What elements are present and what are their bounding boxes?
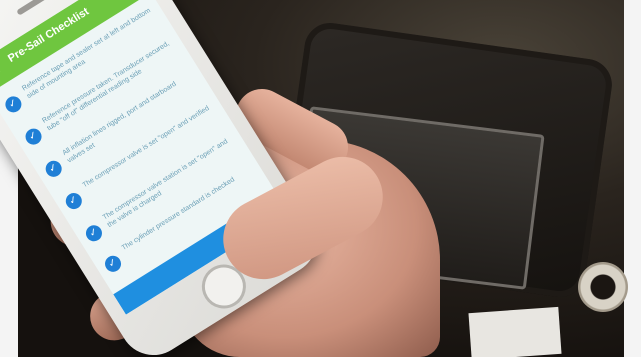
check-icon: ✓ — [42, 157, 65, 180]
check-icon: ✓ — [82, 222, 105, 245]
check-icon: ✓ — [62, 190, 85, 213]
tape-roll — [578, 262, 628, 312]
close-icon[interactable]: ✕ — [0, 56, 9, 87]
check-icon: ✓ — [2, 93, 25, 116]
white-box — [468, 306, 562, 357]
photo-scene: ✕ Pre-Sail Checklist ✓ Reference tape an… — [0, 0, 641, 357]
check-icon: ✓ — [102, 252, 125, 275]
right-frame-border — [624, 0, 641, 357]
check-icon: ✓ — [22, 125, 45, 148]
